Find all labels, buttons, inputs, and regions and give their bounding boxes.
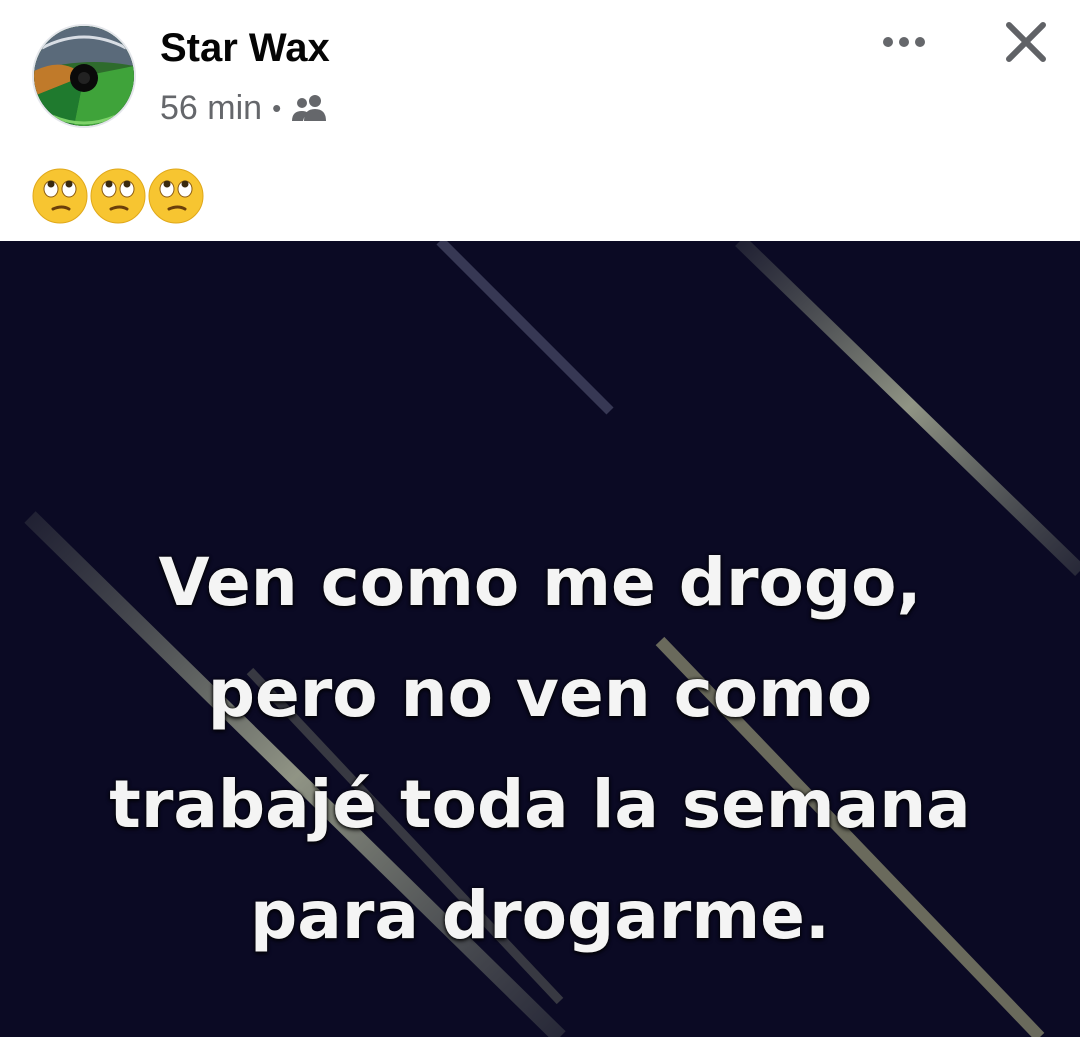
post-meta: 56 min • bbox=[160, 86, 327, 130]
close-button[interactable] bbox=[996, 14, 1056, 70]
rolling-eyes-emoji-icon bbox=[32, 168, 88, 224]
meme-line: pero no ven como bbox=[207, 655, 873, 732]
friends-icon[interactable] bbox=[291, 93, 327, 123]
meme-line: Ven como me drogo, bbox=[158, 544, 922, 621]
author-name[interactable]: Star Wax bbox=[160, 26, 330, 71]
meta-separator: • bbox=[272, 92, 282, 123]
close-icon bbox=[1006, 22, 1046, 62]
more-options-icon bbox=[883, 37, 925, 47]
rolling-eyes-emoji-icon bbox=[148, 168, 204, 224]
author-avatar[interactable] bbox=[32, 24, 136, 128]
avatar-image bbox=[34, 26, 134, 126]
meme-text: Ven como me drogo, pero no ven como trab… bbox=[0, 527, 1080, 971]
more-options-button[interactable] bbox=[872, 22, 936, 62]
feed-post: Star Wax 56 min • Ven como me drogo, per… bbox=[0, 0, 1080, 1037]
meme-line: para drogarme. bbox=[250, 877, 830, 954]
post-timestamp[interactable]: 56 min bbox=[160, 89, 262, 128]
post-photo[interactable]: Ven como me drogo, pero no ven como trab… bbox=[0, 241, 1080, 1037]
post-caption bbox=[32, 168, 206, 224]
rolling-eyes-emoji-icon bbox=[90, 168, 146, 224]
meme-line: trabajé toda la semana bbox=[109, 766, 971, 843]
post-header: Star Wax 56 min • bbox=[0, 0, 1080, 240]
